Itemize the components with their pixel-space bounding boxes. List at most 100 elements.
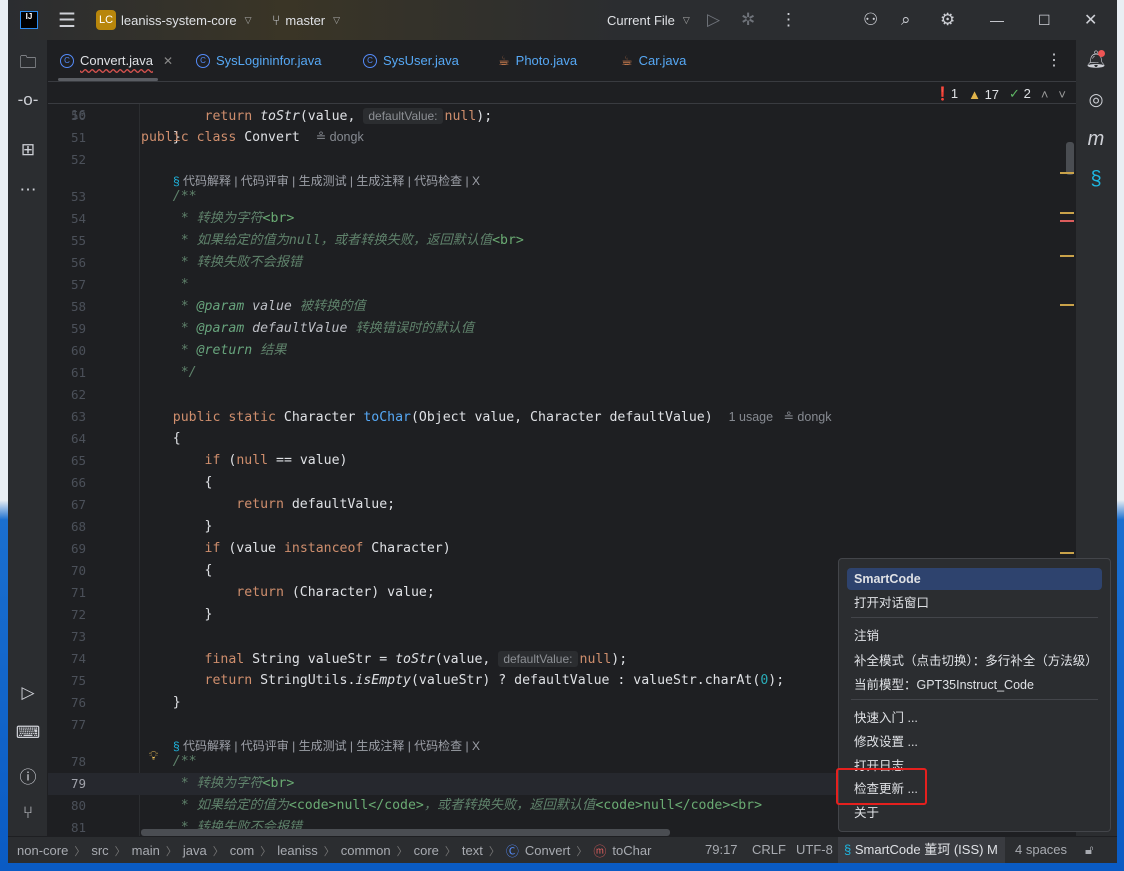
git-icon[interactable]: ⑂ (8, 803, 48, 823)
code-line[interactable]: 61 */ (48, 362, 1076, 384)
services-icon[interactable]: ▷ (8, 683, 48, 703)
close-window-icon[interactable]: ✕ (1084, 10, 1097, 30)
caret-position[interactable]: 79:17 (705, 837, 738, 863)
tab-sysuser-java[interactable]: C SysUser.java (363, 40, 459, 81)
breadcrumb-item[interactable]: Convert (525, 843, 571, 858)
commit-icon[interactable]: -o- (8, 90, 48, 110)
next-highlight-icon[interactable]: ˅ (1058, 87, 1066, 102)
warning-mark[interactable] (1060, 212, 1074, 214)
error-mark[interactable] (1060, 220, 1074, 222)
menu-item[interactable]: 补全模式（点击切换）：多行补全（方法级） (847, 650, 1102, 672)
breadcrumb-item[interactable]: leaniss (277, 843, 317, 858)
warning-mark[interactable] (1060, 255, 1074, 257)
more-actions-icon[interactable]: ⋮ (780, 10, 797, 30)
settings-gear-icon[interactable]: ⚙ (940, 10, 955, 30)
line-separator[interactable]: CRLF (752, 837, 786, 863)
line-code: } (141, 692, 181, 714)
code-token: * (141, 277, 189, 292)
code-line[interactable]: 63 public static Character toChar(Object… (48, 406, 1076, 428)
read-only-lock-icon[interactable]: 🔓︎ (1085, 837, 1093, 863)
menu-item[interactable]: 快速入门 ... (847, 707, 1102, 729)
search-icon[interactable]: ⌕ (901, 10, 911, 30)
lightbulb-icon[interactable]: 💡︎ (149, 749, 158, 764)
app-logo-icon[interactable]: IJ (20, 11, 38, 29)
code-line[interactable]: 68 } (48, 516, 1076, 538)
tab-car-java[interactable]: ☕︎ Car.java (621, 40, 686, 81)
error-count[interactable]: ❗1 (935, 86, 958, 102)
code-line[interactable]: 56 * 转换失败不会报错 (48, 252, 1076, 274)
code-line[interactable]: 58 * @param value 被转换的值 (48, 296, 1076, 318)
breadcrumb-item[interactable]: non-core (17, 843, 68, 858)
main-menu-icon[interactable]: ☰ (58, 8, 76, 33)
code-line[interactable]: 69 if (value instanceof Character) (48, 538, 1076, 560)
breadcrumb-item[interactable]: text (462, 843, 483, 858)
breadcrumb-item[interactable]: toChar (612, 843, 651, 858)
horizontal-scrollbar[interactable] (141, 829, 670, 836)
warning-mark[interactable] (1060, 552, 1074, 554)
tab-options-icon[interactable]: ⋮ (1046, 50, 1062, 70)
indent-setting[interactable]: 4 spaces (1015, 837, 1067, 863)
notifications-bell-icon[interactable]: 🔔︎ (1076, 50, 1116, 70)
maven-icon[interactable]: m (1076, 128, 1116, 151)
breadcrumb-item[interactable]: src (91, 843, 108, 858)
add-user-icon[interactable]: ⚇ (863, 10, 878, 30)
menu-item[interactable]: 修改设置 ... (847, 731, 1102, 753)
code-line[interactable]: 59 * @param defaultValue 转换错误时的默认值 (48, 318, 1076, 340)
code-line[interactable]: 64 { (48, 428, 1076, 450)
vertical-scrollbar[interactable] (1066, 142, 1074, 175)
warning-count[interactable]: ▲ 17 (968, 87, 999, 102)
breadcrumb-item[interactable]: com (230, 843, 255, 858)
maximize-icon[interactable]: ☐ (1038, 12, 1051, 29)
tab-syslogininfor-java[interactable]: C SysLogininfor.java (196, 40, 322, 81)
run-icon[interactable]: ▷ (707, 10, 720, 30)
line-code: { (141, 560, 213, 582)
code-line[interactable]: 52 (48, 149, 1076, 171)
code-line[interactable]: 53 /** (48, 186, 1076, 208)
code-line[interactable]: 50 return toStr(value, defaultValue: null… (48, 105, 1076, 127)
menu-item[interactable]: 注销 (847, 625, 1102, 647)
tab-photo-java[interactable]: ☕︎ Photo.java (498, 40, 577, 81)
code-line[interactable]: 57 * (48, 274, 1076, 296)
project-selector[interactable]: LC leaniss-system-core ▽ (96, 10, 252, 30)
line-code: * @param value 被转换的值 (141, 296, 366, 318)
minimize-icon[interactable]: — (990, 12, 1004, 28)
close-tab-icon[interactable]: ✕ (163, 54, 173, 68)
sticky-header-line[interactable]: 16 public class Convert ≗ dongk (48, 82, 1076, 145)
smartcode-status-widget[interactable]: § SmartCode 董珂 (ISS) M (838, 837, 1005, 863)
structure-icon[interactable]: ⊞ (8, 140, 48, 160)
ai-assistant-icon[interactable]: ◎ (1076, 90, 1116, 110)
problems-icon[interactable]: ⓘ (8, 763, 48, 788)
tab-convert-java[interactable]: C Convert.java ✕ (60, 40, 173, 81)
breadcrumb-item[interactable]: core (414, 843, 439, 858)
code-token: if (204, 541, 229, 556)
line-code: * (141, 274, 189, 296)
more-tools-icon[interactable]: ⋯ (8, 180, 48, 200)
breadcrumb-item[interactable]: common (341, 843, 391, 858)
code-line[interactable]: 65 if (null == value) (48, 450, 1076, 472)
terminal-icon[interactable]: ⌨ (8, 723, 48, 743)
menu-item[interactable]: 打开对话窗口 (847, 592, 1102, 614)
file-encoding[interactable]: UTF-8 (796, 837, 833, 863)
smartcode-icon[interactable]: § (1076, 168, 1116, 191)
project-folder-icon[interactable]: 🗀 (8, 50, 48, 79)
previous-highlight-icon[interactable]: ˄ (1041, 87, 1049, 102)
warning-mark[interactable] (1060, 304, 1074, 306)
code-line[interactable]: 54 * 转换为字符<br> (48, 208, 1076, 230)
debug-icon[interactable]: ✲ (741, 10, 755, 30)
code-line[interactable]: 67 return defaultValue; (48, 494, 1076, 516)
menu-item[interactable]: SmartCode (847, 568, 1102, 590)
code-line[interactable]: 62 (48, 384, 1076, 406)
code-token: (value, (299, 109, 364, 124)
branch-selector[interactable]: ⑂ master ▽ (272, 12, 340, 28)
warning-mark[interactable] (1060, 172, 1074, 174)
inspection-widget[interactable]: ❗1 ▲ 17 ✓ 2 ˄ ˅ (935, 86, 1066, 102)
code-line[interactable]: 55 * 如果给定的值为null，或者转换失败，返回默认值<br> (48, 230, 1076, 252)
code-line[interactable]: 60 * @return 结果 (48, 340, 1076, 362)
menu-item[interactable]: 当前模型：GPT35Instruct_Code (847, 674, 1102, 696)
breadcrumb-item[interactable]: java (183, 843, 207, 858)
code-line[interactable]: 66 { (48, 472, 1076, 494)
menu-item[interactable]: 关于 (847, 802, 1102, 824)
weak-warning-count[interactable]: ✓ 2 (1009, 86, 1031, 102)
run-config-selector[interactable]: Current File ▽ (607, 13, 690, 28)
breadcrumb-item[interactable]: main (132, 843, 160, 858)
